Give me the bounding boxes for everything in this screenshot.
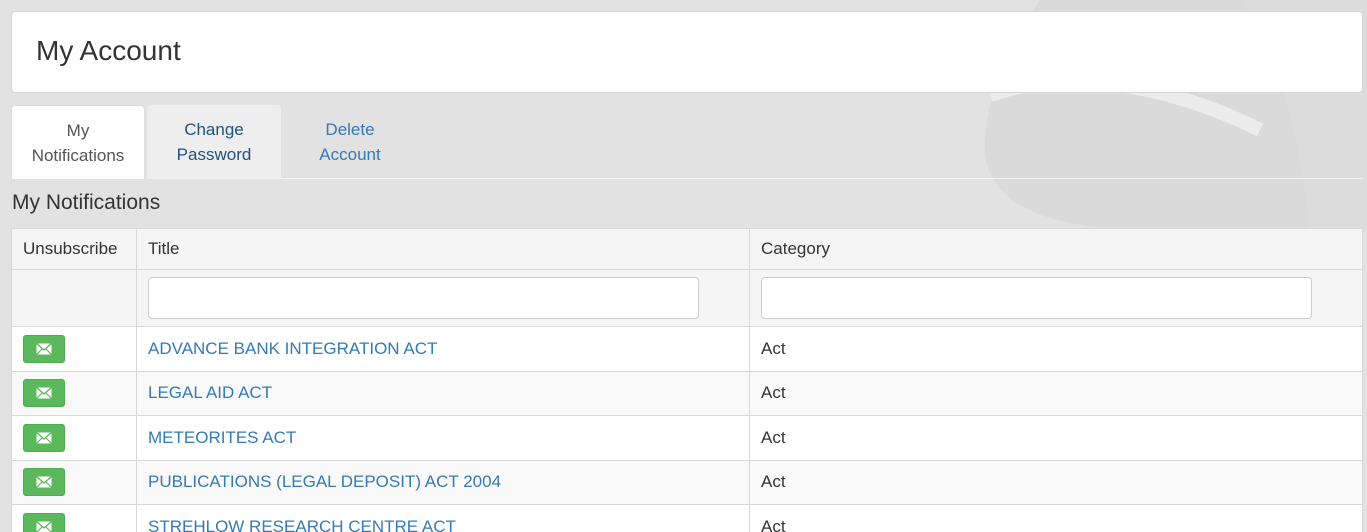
- category-cell: Act: [749, 370, 1363, 416]
- envelope-icon: [36, 520, 52, 532]
- table-row: STREHLOW RESEARCH CENTRE ACT Act: [11, 504, 1363, 532]
- envelope-icon: [36, 431, 52, 444]
- envelope-icon: [36, 476, 52, 489]
- category-cell: Act: [749, 504, 1363, 532]
- category-cell: Act: [749, 459, 1363, 505]
- envelope-icon: [36, 342, 52, 355]
- filter-cell-title: [136, 269, 750, 327]
- title-filter-input[interactable]: [148, 277, 699, 319]
- tab-label-line1: My: [66, 120, 90, 140]
- title-link[interactable]: ADVANCE BANK INTEGRATION ACT: [148, 339, 437, 358]
- unsubscribe-cell: [11, 415, 137, 461]
- title-link[interactable]: PUBLICATIONS (LEGAL DEPOSIT) ACT 2004: [148, 472, 501, 491]
- tab-label-line1: Change: [184, 120, 244, 139]
- unsubscribe-button[interactable]: [23, 468, 65, 497]
- table-row: PUBLICATIONS (LEGAL DEPOSIT) ACT 2004 Ac…: [11, 459, 1363, 505]
- tab-label-line2: Account: [319, 145, 381, 164]
- title-link[interactable]: LEGAL AID ACT: [148, 383, 272, 402]
- tab-label: Delete Account: [319, 117, 380, 167]
- filter-cell-empty: [11, 269, 137, 327]
- notifications-table: Unsubscribe Title Category ADVANCE BANK …: [11, 228, 1363, 532]
- title-cell: STREHLOW RESEARCH CENTRE ACT: [136, 504, 750, 532]
- unsubscribe-cell: [11, 504, 137, 532]
- table-row: LEGAL AID ACT Act: [11, 370, 1363, 416]
- unsubscribe-button[interactable]: [23, 334, 65, 363]
- title-cell: PUBLICATIONS (LEGAL DEPOSIT) ACT 2004: [136, 459, 750, 505]
- table-row: ADVANCE BANK INTEGRATION ACT Act: [11, 326, 1363, 372]
- unsubscribe-button[interactable]: [23, 512, 65, 532]
- tab-delete-account[interactable]: Delete Account: [283, 105, 417, 179]
- tab-my-notifications[interactable]: My Notifications: [11, 105, 145, 179]
- header-category[interactable]: Category: [749, 228, 1363, 270]
- unsubscribe-button[interactable]: [23, 423, 65, 452]
- unsubscribe-cell: [11, 459, 137, 505]
- tab-label: Change Password: [177, 117, 252, 167]
- page-title: My Account: [36, 35, 181, 66]
- page: My Account My Notifications Change Passw…: [0, 0, 1367, 532]
- unsubscribe-button[interactable]: [23, 379, 65, 408]
- header-unsubscribe: Unsubscribe: [11, 228, 137, 270]
- category-cell: Act: [749, 326, 1363, 372]
- tab-change-password[interactable]: Change Password: [147, 105, 281, 179]
- title-link[interactable]: STREHLOW RESEARCH CENTRE ACT: [148, 517, 456, 532]
- filter-cell-category: [749, 269, 1363, 327]
- unsubscribe-cell: [11, 326, 137, 372]
- header-panel: My Account: [11, 11, 1363, 93]
- category-filter-input[interactable]: [761, 277, 1312, 319]
- tab-label: My Notifications: [32, 118, 125, 168]
- tab-label-line2: Notifications: [31, 145, 125, 165]
- envelope-icon: [36, 387, 52, 400]
- section-title: My Notifications: [12, 191, 161, 214]
- table-header-row: Unsubscribe Title Category: [11, 228, 1363, 270]
- title-cell: LEGAL AID ACT: [136, 370, 750, 416]
- tab-label-line1: Delete: [325, 120, 375, 139]
- table-filter-row: [11, 269, 1363, 327]
- header-title[interactable]: Title: [136, 228, 750, 270]
- category-cell: Act: [749, 415, 1363, 461]
- title-link[interactable]: METEORITES ACT: [148, 428, 296, 447]
- tab-label-line2: Password: [176, 145, 252, 164]
- table-row: METEORITES ACT Act: [11, 415, 1363, 461]
- tab-divider: [281, 178, 1363, 179]
- unsubscribe-cell: [11, 370, 137, 416]
- title-cell: ADVANCE BANK INTEGRATION ACT: [136, 326, 750, 372]
- title-cell: METEORITES ACT: [136, 415, 750, 461]
